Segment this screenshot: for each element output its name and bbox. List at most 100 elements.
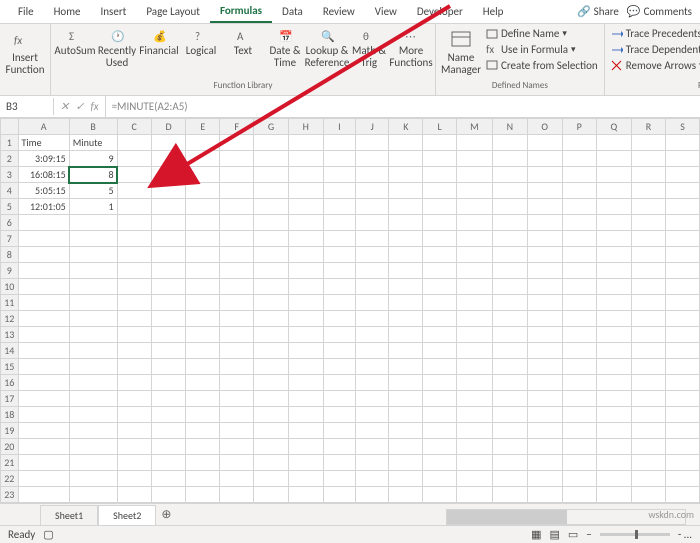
cell-G8[interactable] xyxy=(254,247,289,263)
cell-C21[interactable] xyxy=(117,455,151,471)
cell-R2[interactable] xyxy=(631,151,665,167)
cell-I4[interactable] xyxy=(323,183,356,199)
cell-J20[interactable] xyxy=(356,439,389,455)
tab-home[interactable]: Home xyxy=(44,1,91,22)
cell-K6[interactable] xyxy=(389,215,423,231)
cell-C4[interactable] xyxy=(117,183,151,199)
cell-I5[interactable] xyxy=(323,199,356,215)
library-math-trig-button[interactable]: θMath & Trig xyxy=(349,26,389,69)
cell-H22[interactable] xyxy=(288,471,323,487)
sheet-tab-1[interactable]: Sheet1 xyxy=(40,505,98,525)
cell-F1[interactable] xyxy=(220,135,254,151)
col-header-J[interactable]: J xyxy=(356,119,389,135)
cell-R17[interactable] xyxy=(631,391,665,407)
cell-P19[interactable] xyxy=(562,423,596,439)
cell-K3[interactable] xyxy=(389,167,423,183)
cell-Q17[interactable] xyxy=(596,391,631,407)
cell-L18[interactable] xyxy=(423,407,457,423)
cell-S21[interactable] xyxy=(666,455,700,471)
row-header-14[interactable]: 14 xyxy=(1,343,19,359)
cell-O6[interactable] xyxy=(527,215,562,231)
cell-D2[interactable] xyxy=(151,151,186,167)
cell-A5[interactable]: 12:01:05 xyxy=(18,199,69,215)
cell-B14[interactable] xyxy=(69,343,117,359)
cell-E17[interactable] xyxy=(186,391,220,407)
cell-A18[interactable] xyxy=(18,407,69,423)
cell-F22[interactable] xyxy=(220,471,254,487)
cell-B16[interactable] xyxy=(69,375,117,391)
cell-H12[interactable] xyxy=(288,311,323,327)
cell-J16[interactable] xyxy=(356,375,389,391)
cell-M6[interactable] xyxy=(456,215,492,231)
cell-O8[interactable] xyxy=(527,247,562,263)
cell-F8[interactable] xyxy=(220,247,254,263)
cell-Q20[interactable] xyxy=(596,439,631,455)
cell-N15[interactable] xyxy=(492,359,527,375)
cell-F13[interactable] xyxy=(220,327,254,343)
cell-E4[interactable] xyxy=(186,183,220,199)
name-box[interactable]: B3 xyxy=(0,98,54,115)
cell-K10[interactable] xyxy=(389,279,423,295)
row-header-16[interactable]: 16 xyxy=(1,375,19,391)
cell-A14[interactable] xyxy=(18,343,69,359)
comments-button[interactable]: 💬 Comments xyxy=(627,5,692,18)
cell-L6[interactable] xyxy=(423,215,457,231)
cell-F12[interactable] xyxy=(220,311,254,327)
row-header-19[interactable]: 19 xyxy=(1,423,19,439)
cell-S2[interactable] xyxy=(666,151,700,167)
cell-P23[interactable] xyxy=(562,487,596,503)
cell-O23[interactable] xyxy=(527,487,562,503)
cell-P9[interactable] xyxy=(562,263,596,279)
cell-R4[interactable] xyxy=(631,183,665,199)
cell-F21[interactable] xyxy=(220,455,254,471)
cell-D6[interactable] xyxy=(151,215,186,231)
col-header-G[interactable]: G xyxy=(254,119,289,135)
cell-G3[interactable] xyxy=(254,167,289,183)
row-header-22[interactable]: 22 xyxy=(1,471,19,487)
cell-C18[interactable] xyxy=(117,407,151,423)
cell-Q2[interactable] xyxy=(596,151,631,167)
cell-M17[interactable] xyxy=(456,391,492,407)
cell-L19[interactable] xyxy=(423,423,457,439)
cell-M18[interactable] xyxy=(456,407,492,423)
cell-S10[interactable] xyxy=(666,279,700,295)
row-header-3[interactable]: 3 xyxy=(1,167,19,183)
cell-S19[interactable] xyxy=(666,423,700,439)
cell-K11[interactable] xyxy=(389,295,423,311)
cell-H20[interactable] xyxy=(288,439,323,455)
cell-E13[interactable] xyxy=(186,327,220,343)
col-header-R[interactable]: R xyxy=(631,119,665,135)
cell-I12[interactable] xyxy=(323,311,356,327)
tab-review[interactable]: Review xyxy=(313,1,365,22)
cell-E21[interactable] xyxy=(186,455,220,471)
cell-R16[interactable] xyxy=(631,375,665,391)
cell-H6[interactable] xyxy=(288,215,323,231)
cell-B17[interactable] xyxy=(69,391,117,407)
cell-M1[interactable] xyxy=(456,135,492,151)
cell-Q15[interactable] xyxy=(596,359,631,375)
cell-D12[interactable] xyxy=(151,311,186,327)
cell-P12[interactable] xyxy=(562,311,596,327)
cell-G21[interactable] xyxy=(254,455,289,471)
cell-C23[interactable] xyxy=(117,487,151,503)
cell-B9[interactable] xyxy=(69,263,117,279)
cell-F17[interactable] xyxy=(220,391,254,407)
cell-C6[interactable] xyxy=(117,215,151,231)
cell-D21[interactable] xyxy=(151,455,186,471)
cell-P10[interactable] xyxy=(562,279,596,295)
cell-O16[interactable] xyxy=(527,375,562,391)
cell-L2[interactable] xyxy=(423,151,457,167)
insert-function-button[interactable]: fx Insert Function xyxy=(4,26,46,78)
cell-C19[interactable] xyxy=(117,423,151,439)
tab-formulas[interactable]: Formulas xyxy=(210,0,272,23)
library-autosum-button[interactable]: ΣAutoSum xyxy=(55,26,95,57)
col-header-P[interactable]: P xyxy=(562,119,596,135)
fx-icon[interactable]: fx xyxy=(90,100,98,113)
cell-P5[interactable] xyxy=(562,199,596,215)
cell-B5[interactable]: 1 xyxy=(69,199,117,215)
cell-M5[interactable] xyxy=(456,199,492,215)
cell-P6[interactable] xyxy=(562,215,596,231)
cell-N5[interactable] xyxy=(492,199,527,215)
cell-G2[interactable] xyxy=(254,151,289,167)
cell-J2[interactable] xyxy=(356,151,389,167)
